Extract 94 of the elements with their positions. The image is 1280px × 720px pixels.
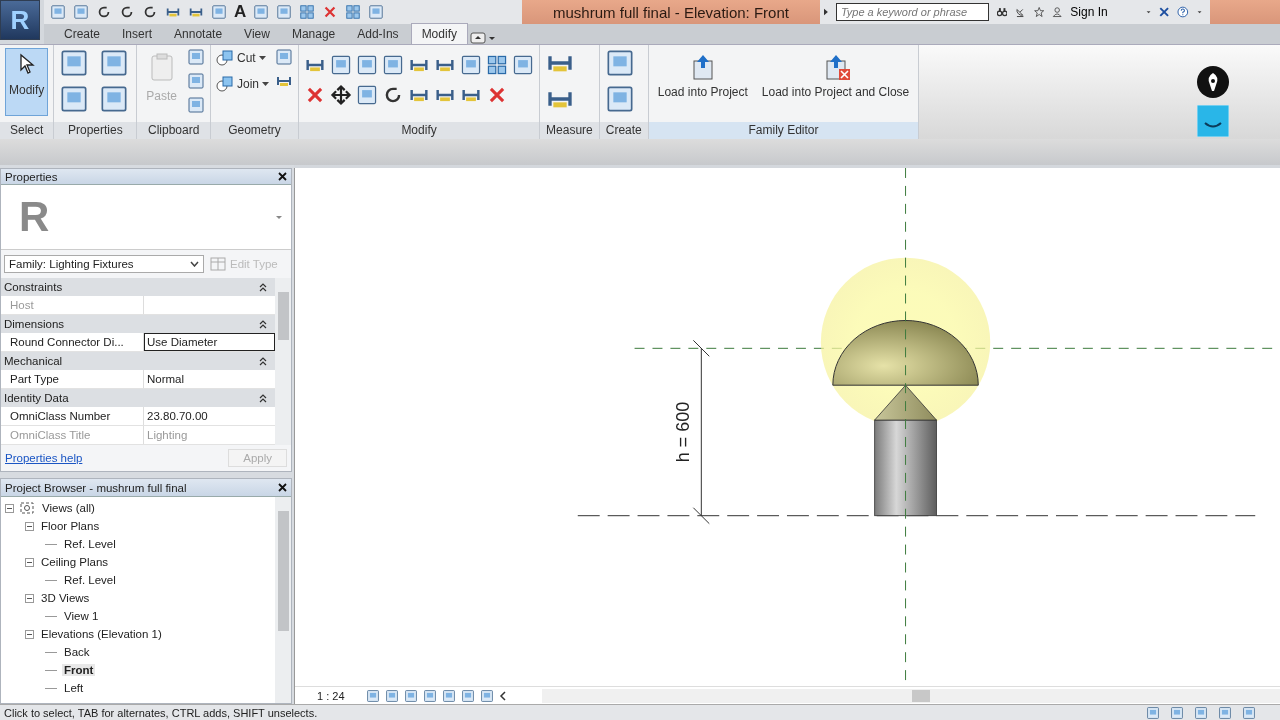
family-preview-glyph: R	[19, 193, 50, 242]
panel-label: Clipboard	[137, 122, 211, 139]
status-text: Click to select, TAB for alternates, CTRL adds, SHIFT unselects.	[4, 706, 318, 719]
ribbon-tab[interactable]: Add-Ins	[347, 24, 409, 44]
load-into-project-button[interactable]: Load into Project	[653, 48, 752, 116]
ribbon-tab[interactable]: Modify	[410, 23, 468, 44]
caret-icon[interactable]	[258, 55, 266, 61]
collapse-icon[interactable]	[259, 356, 267, 366]
panel-label: Modify	[299, 122, 540, 139]
ribbon-tab[interactable]: View	[234, 24, 280, 44]
smile-icon[interactable]	[1197, 105, 1229, 137]
browser-item[interactable]: 3D Views	[39, 592, 92, 604]
edit-type-icon	[210, 257, 226, 271]
scrollbar[interactable]	[275, 278, 291, 445]
collapse-icon[interactable]	[259, 319, 267, 329]
browser-item[interactable]: Views (all)	[40, 502, 97, 514]
clipboard-icon	[149, 53, 174, 81]
geometry-icon	[216, 76, 235, 92]
browser-item[interactable]: Elevations (Elevation 1)	[39, 628, 164, 640]
panel-label: Create	[599, 122, 648, 139]
property-value[interactable]: Use Diameter	[144, 333, 275, 351]
star-icon[interactable]	[1033, 4, 1044, 20]
property-name: OmniClass Title	[1, 426, 144, 444]
browser-item[interactable]: Ref. Level	[62, 574, 118, 586]
browser-item[interactable]: Ceiling Plans	[39, 556, 111, 568]
scrollbar[interactable]	[275, 497, 291, 703]
sync-icon[interactable]	[96, 4, 112, 20]
sign-in-button[interactable]: Sign In	[1070, 5, 1108, 19]
ribbon-tab[interactable]: Annotate	[164, 24, 233, 44]
property-name: Part Type	[1, 370, 144, 388]
lamp-drawing[interactable]	[820, 257, 991, 517]
dimension-line[interactable]	[692, 339, 710, 525]
join-button[interactable]: Join	[216, 74, 270, 94]
array-icon[interactable]	[486, 54, 509, 76]
browser-item[interactable]: Ref. Level	[62, 538, 118, 550]
panel-toggle-icon[interactable]	[469, 32, 496, 44]
view-scale[interactable]: 1 : 24	[317, 689, 345, 702]
browser-item[interactable]: Left	[62, 682, 86, 694]
scrollbar[interactable]	[541, 688, 1280, 703]
type-selector[interactable]: Family: Lighting Fixtures	[4, 255, 204, 273]
dimension-label[interactable]: h = 600	[673, 401, 694, 463]
browser-item[interactable]: Front	[62, 664, 96, 676]
panel-label: Family Editor	[648, 122, 919, 139]
property-name: OmniClass Number	[1, 407, 144, 425]
redo-icon[interactable]	[142, 4, 158, 20]
ribbon-tab[interactable]: Manage	[281, 24, 346, 44]
panel-label: Measure	[540, 122, 599, 139]
collapse-icon[interactable]	[259, 393, 267, 403]
collapse-icon[interactable]	[25, 593, 34, 603]
browser-item[interactable]: View 1	[62, 610, 101, 622]
property-group-header[interactable]: Dimensions	[1, 315, 275, 333]
pen-nib-icon[interactable]	[1196, 65, 1230, 99]
window-title: mushrum full final - Elevation: Front	[553, 3, 789, 21]
undo-icon[interactable]	[119, 4, 135, 20]
ribbon-tab[interactable]: Create	[54, 24, 111, 44]
load-and-close-button[interactable]: Load into Project and Close	[757, 48, 914, 116]
property-value[interactable]: Normal	[144, 370, 275, 388]
search-field[interactable]: Type a keyword or phrase	[835, 3, 989, 21]
panel-label: Select	[0, 122, 54, 139]
property-group-header[interactable]: Constraints	[1, 278, 275, 296]
property-name: Round Connector Di...	[1, 333, 144, 351]
ribbon-tab[interactable]: Insert	[112, 24, 163, 44]
browser-item[interactable]: Back	[62, 646, 92, 658]
windows-icon[interactable]	[345, 4, 362, 20]
user-icon[interactable]	[1051, 4, 1063, 20]
close-icon[interactable]	[278, 172, 287, 182]
text-tool-button[interactable]: A	[234, 2, 247, 22]
property-name: Host	[1, 296, 144, 314]
caret-icon[interactable]	[262, 81, 270, 87]
collapse-icon[interactable]	[25, 557, 34, 567]
chevron-left-icon[interactable]	[498, 690, 507, 701]
collapse-icon[interactable]	[259, 282, 267, 292]
collapse-icon[interactable]	[25, 629, 34, 639]
palette-title: Properties	[5, 170, 58, 183]
collapse-icon[interactable]	[25, 521, 34, 531]
browser-item[interactable]: Floor Plans	[39, 520, 102, 532]
move-icon[interactable]	[330, 84, 353, 106]
properties-help-link[interactable]: Properties help	[5, 452, 83, 464]
reference-line[interactable]	[577, 515, 1256, 517]
views-icon	[19, 501, 35, 515]
cursor-icon	[17, 53, 36, 75]
panel-label: Properties	[54, 122, 137, 139]
geometry-icon	[216, 50, 235, 66]
expand-arrow-icon[interactable]	[824, 7, 828, 17]
property-value[interactable]: 23.80.70.00	[144, 407, 275, 425]
palette-title: Project Browser - mushrum full final	[5, 481, 187, 494]
collapse-icon[interactable]	[5, 503, 14, 513]
application-menu-button[interactable]: R	[0, 0, 40, 40]
property-group-header[interactable]: Mechanical	[1, 352, 275, 370]
cut-button[interactable]: Cut	[216, 48, 270, 68]
modify-button[interactable]: Modify	[5, 48, 49, 116]
property-group-header[interactable]: Identity Data	[1, 389, 275, 407]
panel-label: Geometry	[211, 122, 299, 139]
close-icon[interactable]	[278, 483, 287, 492]
